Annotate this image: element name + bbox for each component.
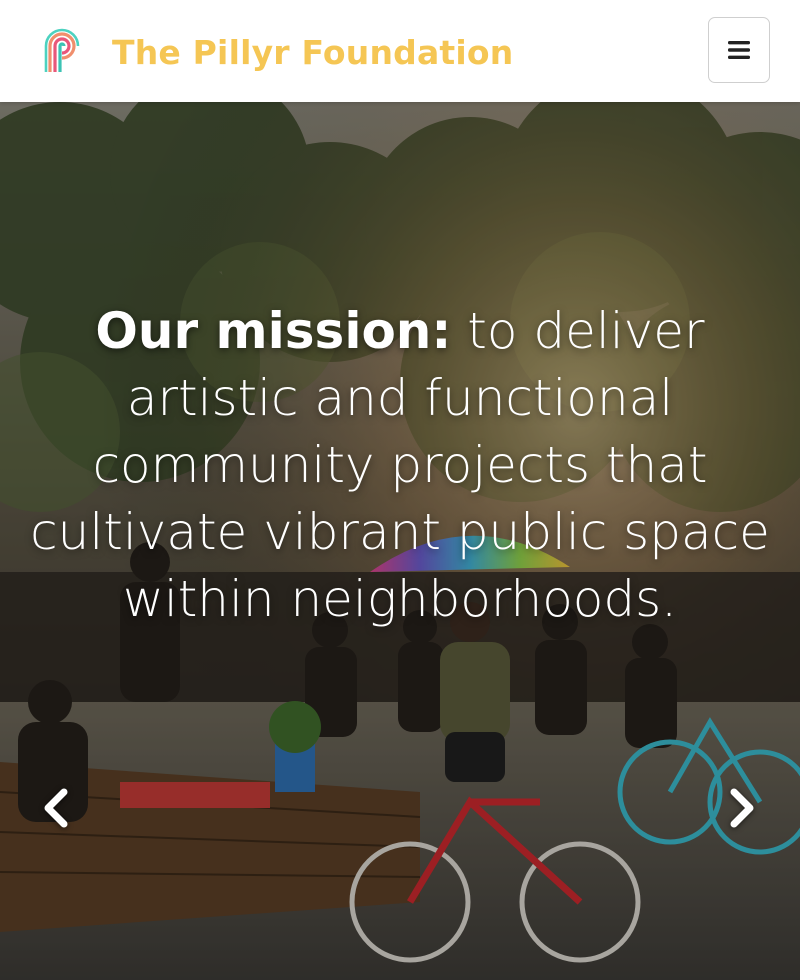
- mission-statement: Our mission: to deliver artistic and fun…: [20, 298, 780, 633]
- brand-name: The Pillyr Foundation: [112, 32, 514, 72]
- navbar: The Pillyr Foundation: [0, 0, 800, 102]
- hero-carousel: Our mission: to deliver artistic and fun…: [0, 102, 800, 980]
- mission-label: Our mission:: [95, 302, 452, 360]
- brand-link[interactable]: The Pillyr Foundation: [44, 28, 513, 76]
- carousel-next-button[interactable]: [712, 778, 772, 838]
- chevron-left-icon: [44, 788, 68, 828]
- chevron-right-icon: [730, 788, 754, 828]
- hamburger-menu-icon: [728, 41, 750, 59]
- carousel-prev-button[interactable]: [26, 778, 86, 838]
- pillyr-logo-icon: [44, 28, 80, 72]
- menu-toggle-button[interactable]: [708, 17, 770, 83]
